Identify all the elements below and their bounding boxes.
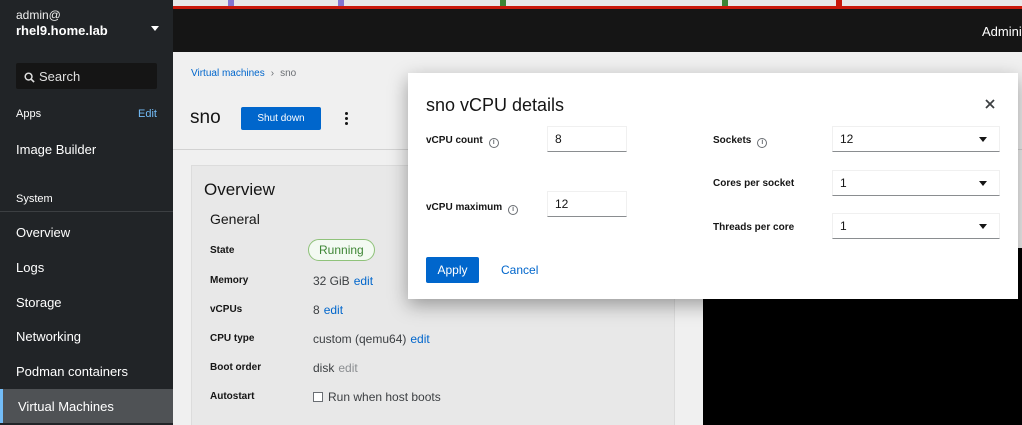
- cpu-type-label: CPU type: [210, 333, 255, 344]
- search-icon: [24, 72, 35, 83]
- search-label: Search: [39, 69, 81, 84]
- caret-down-icon: [979, 137, 987, 142]
- caret-down-icon: [979, 181, 987, 186]
- vcpu-count-input[interactable]: 8: [547, 126, 627, 152]
- autostart-label: Autostart: [210, 391, 255, 402]
- cancel-button[interactable]: Cancel: [501, 263, 538, 277]
- vcpu-maximum-label-text: vCPU maximum: [426, 202, 503, 213]
- host-switcher[interactable]: admin@ rhel9.home.lab: [0, 6, 173, 52]
- apply-button[interactable]: Apply: [426, 257, 479, 283]
- general-title: General: [210, 211, 260, 227]
- vm-title: sno: [190, 107, 221, 128]
- boot-order-value: disk: [313, 361, 335, 375]
- cpu-type-edit-link[interactable]: edit: [410, 332, 429, 346]
- cores-per-socket-select[interactable]: 1: [832, 170, 1000, 196]
- info-icon[interactable]: i: [757, 138, 768, 148]
- apps-edit-link[interactable]: Edit: [138, 108, 157, 120]
- admin-access-button[interactable]: Adminis: [982, 24, 1022, 39]
- info-icon[interactable]: i: [488, 138, 499, 148]
- sidebar-item-virtual-machines[interactable]: Virtual Machines: [0, 389, 173, 423]
- vcpu-maximum-input[interactable]: 12: [547, 191, 627, 217]
- apps-section: Apps Edit: [0, 108, 173, 120]
- memory-value: 32 GiB: [313, 274, 350, 288]
- autostart-value: Run when host boots: [328, 390, 441, 404]
- caret-down-icon: [151, 26, 159, 31]
- modal-title: sno vCPU details: [426, 95, 565, 115]
- close-icon[interactable]: [984, 98, 996, 110]
- alert-line: [173, 6, 1022, 9]
- cpu-type-value: custom (qemu64): [313, 332, 407, 346]
- apps-label: Apps: [16, 108, 42, 120]
- search-input[interactable]: Search: [16, 63, 157, 89]
- masthead: Adminis: [173, 9, 1022, 52]
- threads-value: 1: [840, 219, 847, 233]
- sockets-label: Sockets i: [713, 135, 768, 148]
- boot-order-row: Boot order disk edit: [210, 359, 650, 379]
- sidebar-item-networking[interactable]: Networking: [0, 319, 173, 353]
- sidebar: admin@ rhel9.home.lab Search Apps Edit I…: [0, 0, 173, 425]
- threads-per-core-select[interactable]: 1: [832, 213, 1000, 239]
- caret-down-icon: [979, 224, 987, 229]
- host-user: admin@: [16, 8, 61, 22]
- vcpus-row: vCPUs 8 edit: [210, 301, 650, 321]
- system-label: System: [16, 193, 53, 205]
- breadcrumb-virtual-machines-link[interactable]: Virtual machines: [191, 68, 265, 79]
- breadcrumb: Virtual machines › sno: [191, 68, 296, 79]
- sidebar-item-storage[interactable]: Storage: [0, 285, 173, 319]
- memory-label: Memory: [210, 275, 249, 286]
- sidebar-divider: [0, 211, 173, 212]
- host-name: rhel9.home.lab: [16, 23, 108, 38]
- breadcrumb-current: sno: [280, 68, 297, 79]
- vcpu-maximum-label: vCPU maximum i: [426, 202, 519, 215]
- sidebar-item-podman-containers[interactable]: Podman containers: [0, 354, 173, 388]
- sidebar-item-overview[interactable]: Overview: [0, 215, 173, 249]
- threads-per-core-label: Threads per core: [713, 222, 795, 233]
- autostart-checkbox[interactable]: [313, 392, 323, 402]
- cores-per-socket-label: Cores per socket: [713, 178, 795, 189]
- vcpus-edit-link[interactable]: edit: [324, 303, 343, 317]
- cores-value: 1: [840, 176, 847, 190]
- autostart-row: Autostart Run when host boots: [210, 388, 650, 408]
- sidebar-item-logs[interactable]: Logs: [0, 250, 173, 284]
- vcpus-label: vCPUs: [210, 304, 243, 315]
- sockets-label-text: Sockets: [713, 135, 752, 146]
- shut-down-button[interactable]: Shut down: [241, 107, 321, 130]
- sockets-select[interactable]: 12: [832, 126, 1000, 152]
- overview-title: Overview: [204, 180, 275, 199]
- cpu-type-row: CPU type custom (qemu64) edit: [210, 330, 650, 350]
- breadcrumb-separator-icon: ›: [270, 68, 275, 79]
- vcpu-count-label: vCPU count i: [426, 135, 499, 148]
- memory-edit-link[interactable]: edit: [354, 274, 373, 288]
- sockets-value: 12: [840, 132, 854, 146]
- boot-order-edit-link[interactable]: edit: [338, 361, 357, 375]
- vcpu-count-label-text: vCPU count: [426, 135, 483, 146]
- status-badge: Running: [308, 239, 375, 261]
- info-icon[interactable]: i: [508, 205, 519, 215]
- kebab-menu-icon[interactable]: [341, 110, 351, 128]
- state-label: State: [210, 245, 235, 256]
- vcpus-value: 8: [313, 303, 320, 317]
- vcpu-details-modal: sno vCPU details vCPU count i 8 vCPU maxi…: [408, 73, 1018, 299]
- boot-order-label: Boot order: [210, 362, 262, 373]
- sidebar-item-image-builder[interactable]: Image Builder: [0, 132, 173, 166]
